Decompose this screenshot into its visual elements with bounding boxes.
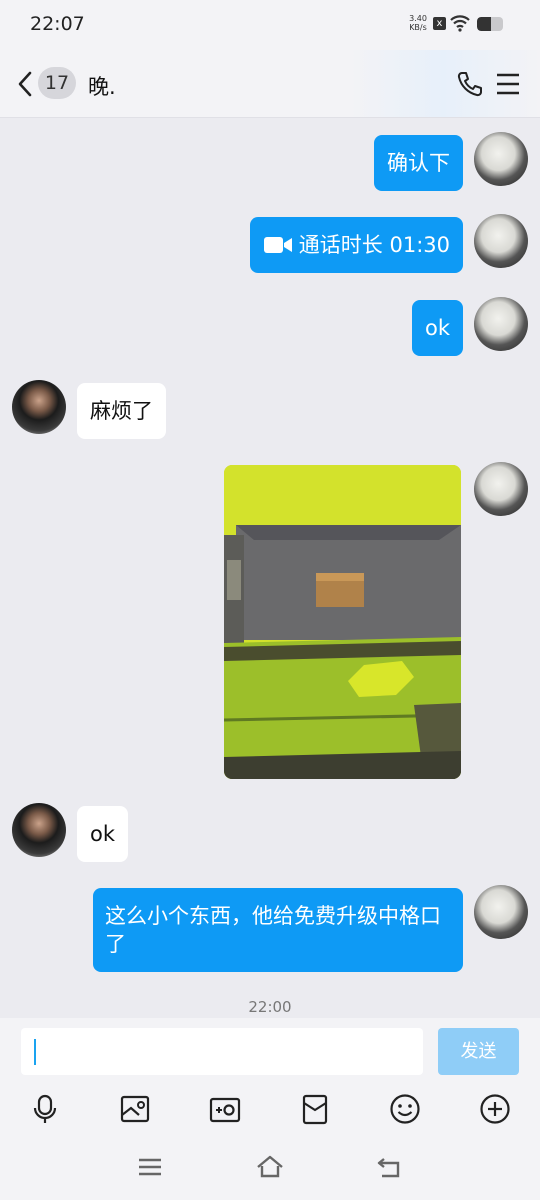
network-speed-value: 3.40 <box>409 14 427 23</box>
message-bubble-out[interactable]: 确认下 <box>374 135 463 191</box>
call-record-bubble[interactable]: 通话时长 01:30 <box>249 217 463 273</box>
battery-icon <box>477 17 503 31</box>
self-avatar[interactable] <box>474 297 528 351</box>
image-message[interactable] <box>224 465 461 779</box>
send-button[interactable]: 发送 <box>438 1028 519 1075</box>
self-avatar[interactable] <box>474 214 528 268</box>
recents-icon[interactable] <box>136 1154 164 1180</box>
contact-avatar[interactable] <box>12 380 66 434</box>
chevron-left-icon[interactable] <box>14 68 36 100</box>
back-icon[interactable] <box>376 1154 404 1180</box>
chat-header: 17 晚. <box>0 50 540 118</box>
chat-toolbar <box>0 1090 540 1136</box>
self-avatar[interactable] <box>474 462 528 516</box>
message-bubble-out[interactable]: ok <box>411 300 463 356</box>
camera-icon[interactable] <box>209 1093 241 1125</box>
status-time: 22:07 <box>30 13 85 35</box>
locker-photo <box>224 465 461 779</box>
unread-count-badge[interactable]: 17 <box>38 67 76 99</box>
battery-level-fill <box>477 17 492 31</box>
input-bar: 发送 <box>0 1018 540 1090</box>
phone-icon[interactable] <box>456 70 484 98</box>
menu-icon[interactable] <box>496 72 520 96</box>
network-speed: 3.40 KB/s <box>406 14 430 32</box>
system-nav-bar <box>0 1136 540 1200</box>
emoji-icon[interactable] <box>389 1093 421 1125</box>
notification-x-icon: x <box>433 17 446 30</box>
status-bar: 22:07 3.40 KB/s x <box>0 0 540 50</box>
message-timestamp: 22:00 <box>248 998 292 1016</box>
message-bubble-out[interactable]: 这么小个东西，他给免费升级中格口了 <box>93 888 463 972</box>
self-avatar[interactable] <box>474 132 528 186</box>
message-bubble-in[interactable]: ok <box>77 806 129 862</box>
microphone-icon[interactable] <box>29 1093 61 1125</box>
home-icon[interactable] <box>256 1154 284 1180</box>
self-avatar[interactable] <box>474 885 528 939</box>
call-duration-text: 通话时长 01:30 <box>298 233 450 257</box>
message-bubble-in[interactable]: 麻烦了 <box>77 383 166 439</box>
video-call-icon <box>263 237 292 253</box>
plus-icon[interactable] <box>479 1093 511 1125</box>
wifi-icon <box>450 15 470 32</box>
message-input[interactable] <box>21 1028 423 1075</box>
image-icon[interactable] <box>119 1093 151 1125</box>
red-packet-icon[interactable] <box>299 1093 331 1125</box>
text-cursor <box>34 1039 36 1065</box>
chat-title[interactable]: 晚. <box>88 71 116 101</box>
contact-avatar[interactable] <box>12 803 66 857</box>
network-speed-unit: KB/s <box>409 23 427 32</box>
